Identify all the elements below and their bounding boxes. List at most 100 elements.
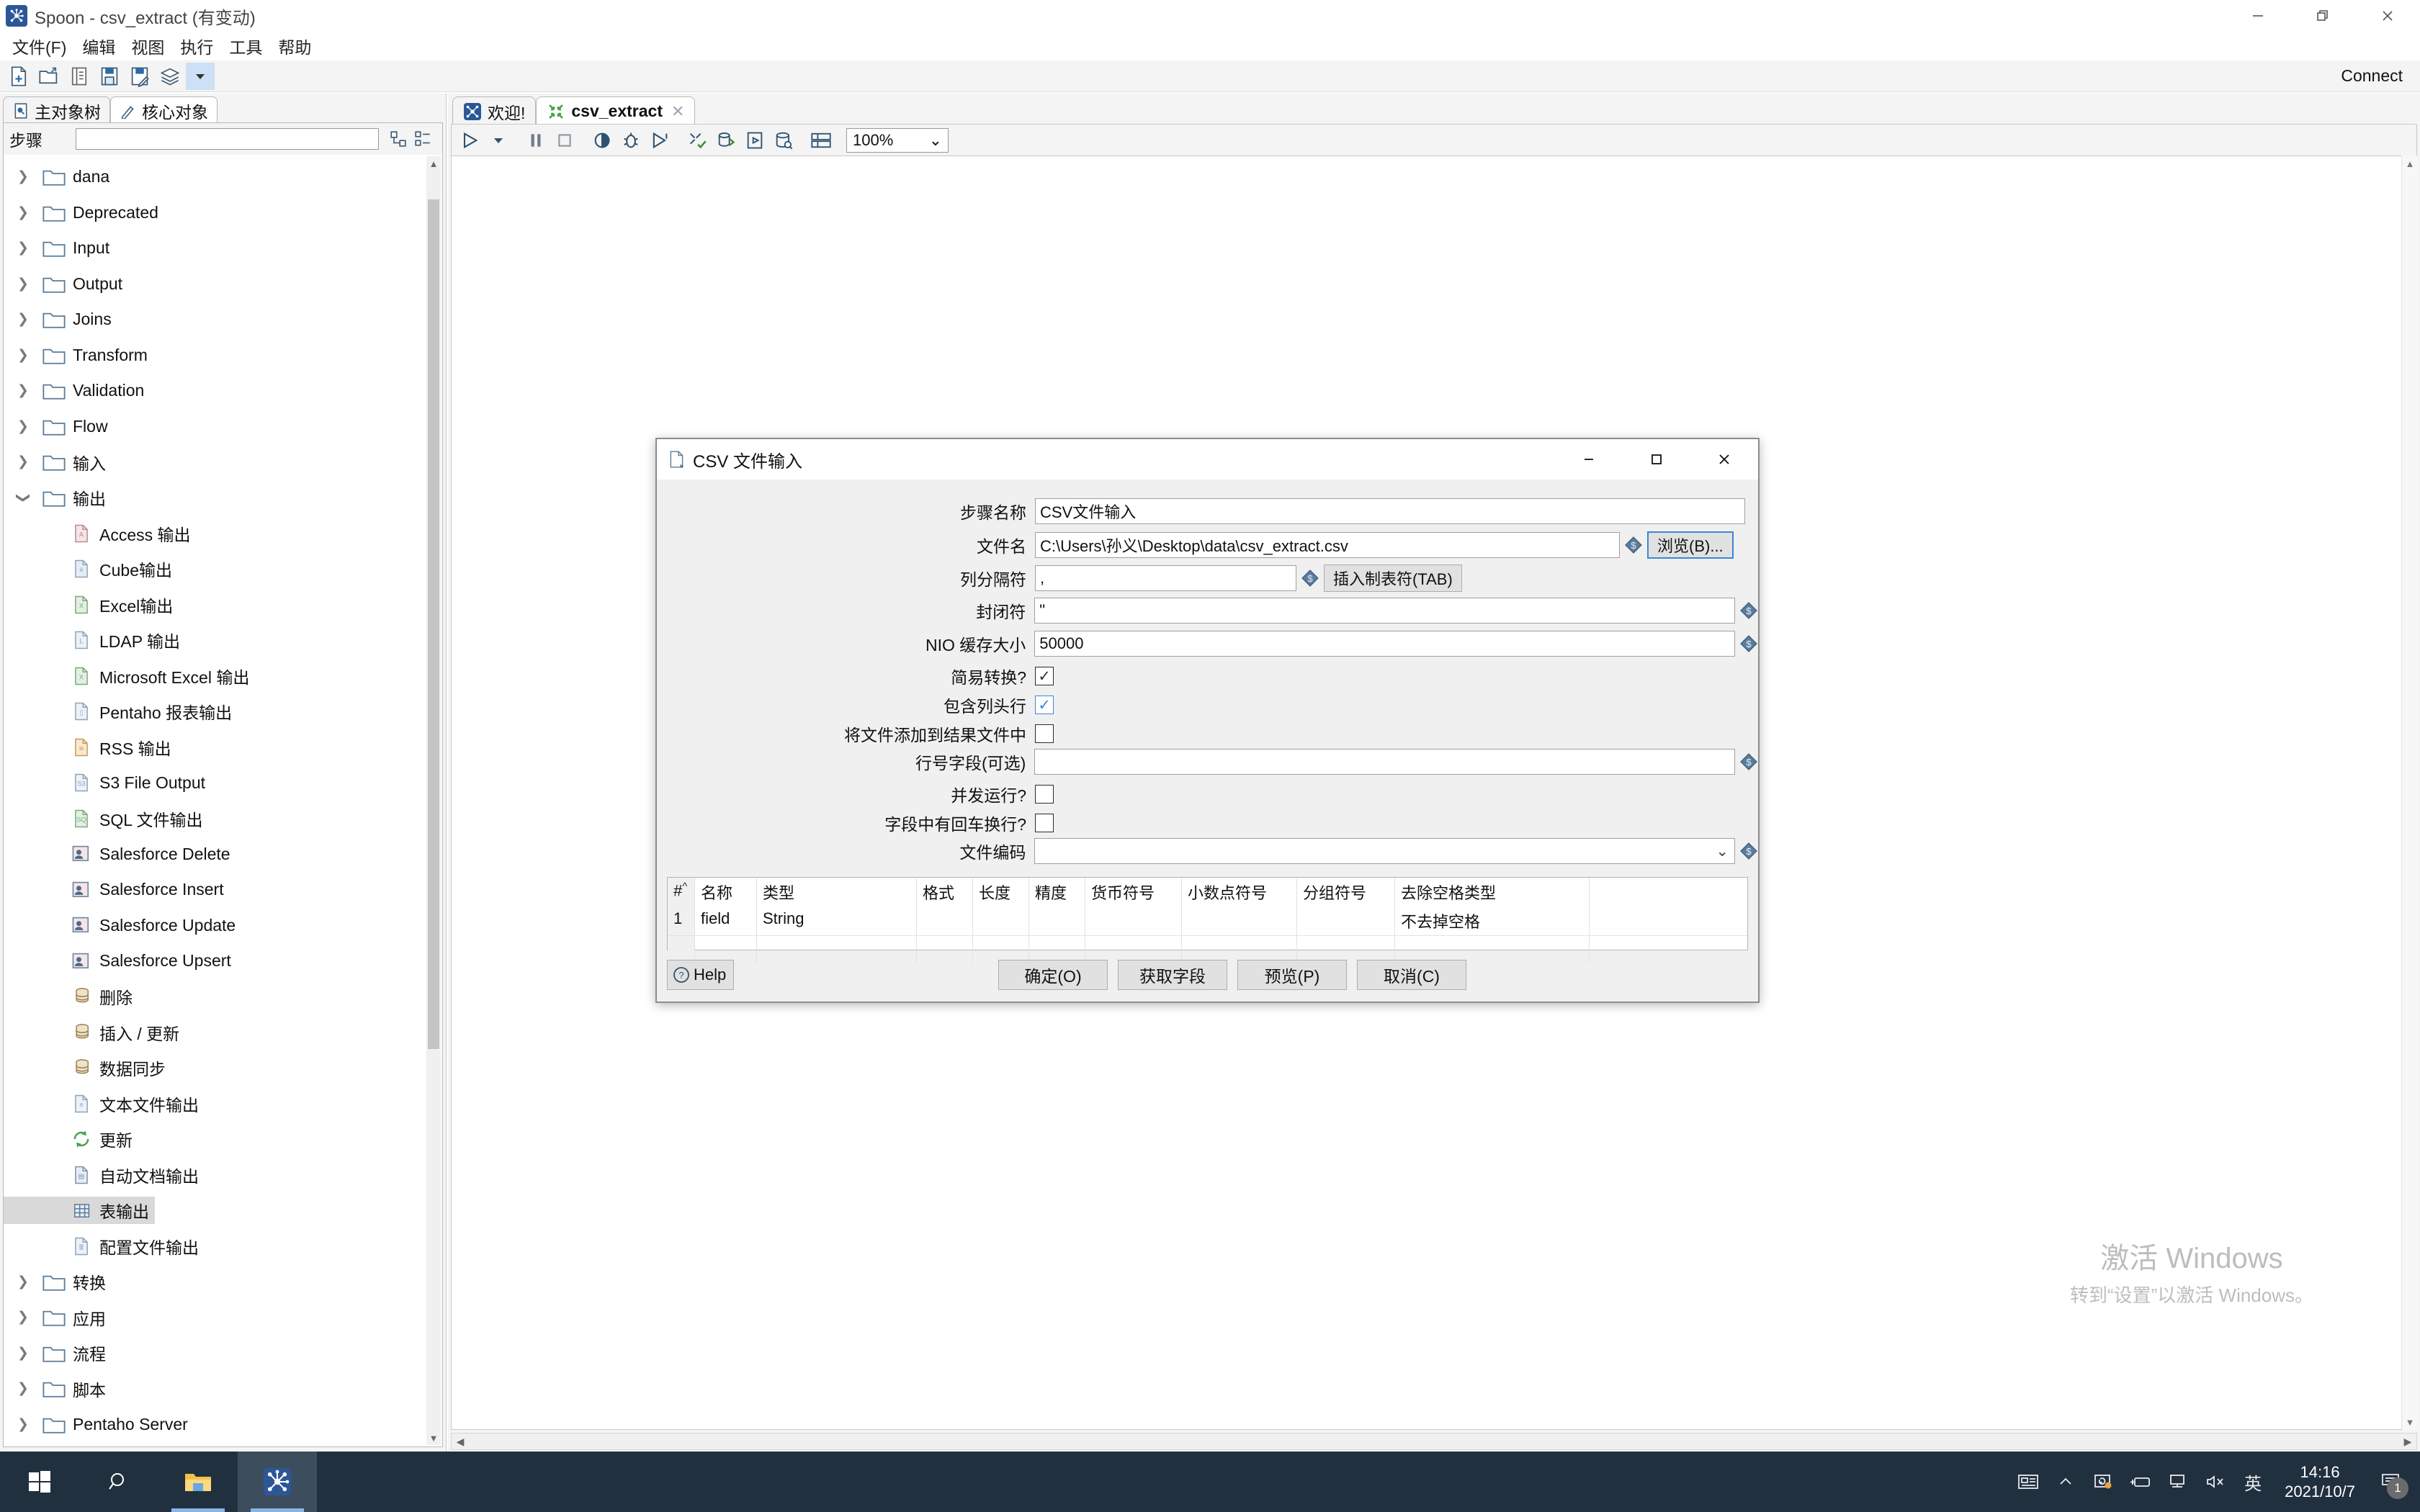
cell-precision[interactable] — [1029, 906, 1085, 935]
tree-step-salesforce-upsert[interactable]: Salesforce Upsert — [4, 943, 442, 979]
tree-folder-dana[interactable]: ❯dana — [4, 159, 442, 195]
canvas-horizontal-scrollbar[interactable]: ◀ ▶ — [451, 1433, 2417, 1450]
dialog-minimize-button[interactable] — [1555, 439, 1623, 480]
tree-folder-input[interactable]: ❯Input — [4, 230, 442, 266]
connect-button[interactable]: Connect — [2341, 66, 2403, 86]
table-empty-row[interactable] — [668, 935, 1747, 963]
chevron-right-icon[interactable]: ❯ — [11, 454, 35, 470]
tree-step-ldap[interactable]: LLDAP 输出 — [4, 623, 442, 659]
tree-step-salesforce-insert[interactable]: Salesforce Insert — [4, 872, 442, 908]
chevron-right-icon[interactable]: ❯ — [11, 1345, 35, 1362]
tree-step-microsoft-excel[interactable]: XMicrosoft Excel 输出 — [4, 658, 442, 694]
table-header-group[interactable]: 分组符号 — [1297, 878, 1395, 906]
browse-button[interactable]: 浏览(B)... — [1647, 531, 1734, 559]
tree-step-item-24[interactable]: 插入 / 更新 — [4, 1014, 442, 1050]
canvas-vertical-scrollbar[interactable]: ▲ ▼ — [2401, 156, 2417, 1430]
scroll-down-arrow-icon[interactable]: ▼ — [426, 1431, 441, 1445]
tab-welcome[interactable]: 欢迎! — [452, 96, 536, 125]
table-header-type[interactable]: 类型 — [757, 878, 917, 906]
steps-tree[interactable]: ❯dana❯Deprecated❯Input❯Output❯Joins❯Tran… — [4, 155, 442, 1446]
chevron-right-icon[interactable]: ❯ — [11, 204, 35, 221]
search-icon[interactable] — [79, 1452, 158, 1512]
tree-folder-output[interactable]: ❯Output — [4, 266, 442, 302]
tree-folder-deprecated[interactable]: ❯Deprecated — [4, 195, 442, 231]
tree-folder-item-8[interactable]: ❯输入 — [4, 444, 442, 480]
tab-csv-extract[interactable]: csv_extract ✕ — [536, 96, 695, 125]
chevron-right-icon[interactable]: ❯ — [11, 311, 35, 328]
variable-dollar-icon[interactable]: $ — [1739, 634, 1758, 653]
tree-folder-pentaho-server[interactable]: ❯Pentaho Server — [4, 1407, 442, 1443]
tree-step-sql[interactable]: SQSQL 文件输出 — [4, 801, 442, 837]
variable-dollar-icon[interactable]: $ — [1739, 752, 1758, 771]
menu-edit[interactable]: 编辑 — [74, 31, 123, 61]
parallel-run-checkbox[interactable] — [1035, 785, 1054, 804]
chevron-right-icon[interactable]: ❯ — [11, 1380, 35, 1397]
file-name-input[interactable] — [1035, 532, 1620, 558]
lazy-conversion-checkbox[interactable]: ✓ — [1035, 667, 1054, 685]
chevron-down-icon[interactable]: ❯ — [15, 485, 32, 510]
tree-step-rss[interactable]: ≋RSS 输出 — [4, 729, 442, 765]
battery-icon[interactable] — [2122, 1452, 2159, 1512]
toolbar-dropdown-arrow-icon[interactable] — [186, 63, 215, 90]
ime-language-icon[interactable]: 英 — [2234, 1452, 2272, 1512]
steps-search-input[interactable] — [76, 128, 379, 150]
menu-run[interactable]: 执行 — [172, 31, 221, 61]
add-file-to-result-checkbox[interactable] — [1035, 724, 1054, 743]
tree-folder-item-9[interactable]: ❯输出 — [4, 480, 442, 516]
step-name-input[interactable] — [1035, 498, 1745, 524]
tree-step-item-25[interactable]: 数据同步 — [4, 1050, 442, 1086]
window-minimize-button[interactable] — [2226, 0, 2290, 32]
help-button[interactable]: ? Help — [667, 960, 734, 990]
encoding-select[interactable]: ⌄ — [1034, 838, 1735, 864]
pause-icon[interactable] — [522, 127, 550, 153]
cell-trim[interactable]: 不去掉空格 — [1395, 906, 1590, 935]
cell-format[interactable] — [917, 906, 973, 935]
verify-icon[interactable] — [684, 127, 711, 153]
tree-folder-joins[interactable]: ❯Joins — [4, 302, 442, 338]
tree-folder-item-33[interactable]: ❯流程 — [4, 1336, 442, 1372]
table-header-currency[interactable]: 货币符号 — [1085, 878, 1182, 906]
run-options-dropdown-icon[interactable] — [485, 127, 512, 153]
cell-currency[interactable] — [1085, 906, 1182, 935]
preview-icon[interactable] — [588, 127, 616, 153]
tree-step-excel[interactable]: XExcel输出 — [4, 587, 442, 623]
tree-step-s3-file-output[interactable]: S3S3 File Output — [4, 765, 442, 801]
tree-step-access[interactable]: AAccess 输出 — [4, 516, 442, 552]
table-header-trim[interactable]: 去除空格类型 — [1395, 878, 1590, 906]
explore-database-icon[interactable] — [770, 127, 797, 153]
table-header-precision[interactable]: 精度 — [1029, 878, 1085, 906]
sql-icon[interactable] — [712, 127, 740, 153]
open-file-icon[interactable] — [35, 63, 63, 90]
tree-step-item-27[interactable]: 更新 — [4, 1122, 442, 1158]
tree-step-item-28[interactable]: ▤自动文档输出 — [4, 1157, 442, 1193]
tree-vertical-scrollbar[interactable]: ▲ ▼ — [426, 156, 441, 1445]
menu-tools[interactable]: 工具 — [221, 31, 270, 61]
explore-repository-icon[interactable] — [65, 63, 94, 90]
save-as-icon[interactable] — [125, 63, 154, 90]
cancel-button[interactable]: 取消(C) — [1357, 960, 1466, 990]
canvas-scroll-down-icon[interactable]: ▼ — [2402, 1414, 2418, 1430]
chevron-right-icon[interactable]: ❯ — [11, 276, 35, 292]
variable-dollar-icon[interactable]: $ — [1301, 569, 1319, 588]
table-header-decimal[interactable]: 小数点符号 — [1182, 878, 1297, 906]
tree-folder-item-31[interactable]: ❯转换 — [4, 1264, 442, 1300]
debug-icon[interactable] — [617, 127, 645, 153]
show-hidden-icons-icon[interactable] — [2047, 1452, 2084, 1512]
show-layers-icon[interactable] — [156, 63, 184, 90]
cell-type[interactable]: String — [757, 906, 917, 935]
tree-folder-transform[interactable]: ❯Transform — [4, 338, 442, 374]
save-icon[interactable] — [95, 63, 124, 90]
cell-length[interactable] — [973, 906, 1029, 935]
fields-table[interactable]: #^ 名称 类型 格式 长度 精度 货币符号 小数点符号 分组符号 去除空格类型… — [667, 877, 1748, 950]
table-row[interactable]: 1 field String 不去掉空格 — [668, 906, 1747, 935]
cell-name[interactable]: field — [695, 906, 757, 935]
preview-button[interactable]: 预览(P) — [1237, 960, 1347, 990]
table-header-length[interactable]: 长度 — [973, 878, 1029, 906]
chevron-right-icon[interactable]: ❯ — [11, 168, 35, 185]
table-header-format[interactable]: 格式 — [917, 878, 973, 906]
canvas-scroll-left-icon[interactable]: ◀ — [452, 1434, 469, 1449]
variable-dollar-icon[interactable]: $ — [1739, 842, 1758, 860]
tree-step-salesforce-delete[interactable]: Salesforce Delete — [4, 837, 442, 873]
chevron-right-icon[interactable]: ❯ — [11, 1416, 35, 1433]
chevron-right-icon[interactable]: ❯ — [11, 382, 35, 399]
